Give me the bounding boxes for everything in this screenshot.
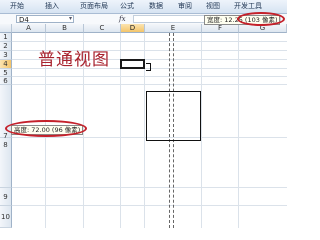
tab-view[interactable]: 视图 [206, 1, 220, 12]
row-header-10[interactable]: 10 [0, 206, 12, 228]
column-header-d[interactable]: D [121, 24, 145, 33]
ribbon-tab-bar: 开始 插入 页面布局 公式 数据 审阅 视图 开发工具 [0, 0, 287, 14]
row-header-3[interactable]: 3 [0, 51, 12, 60]
column-header-e[interactable]: E [145, 24, 202, 33]
row-header-9[interactable]: 9 [0, 188, 12, 206]
row-header-2[interactable]: 2 [0, 42, 12, 51]
square-shape[interactable] [146, 91, 201, 141]
column-width-tooltip: 宽度: 12.25 (103 像素) [204, 15, 281, 25]
name-box[interactable]: D4 ▾ [16, 15, 74, 24]
column-header-b[interactable]: B [46, 24, 84, 33]
column-header-f[interactable]: F [202, 24, 239, 33]
tab-data[interactable]: 数据 [149, 1, 163, 12]
row-header-6[interactable]: 6 [0, 77, 12, 85]
tab-page-layout[interactable]: 页面布局 [80, 1, 108, 12]
cell-b3-text: 普通视图 [38, 50, 110, 70]
row-header-5[interactable]: 5 [0, 69, 12, 77]
bracket-shape[interactable] [146, 63, 151, 71]
column-header-c[interactable]: C [84, 24, 121, 33]
tab-formulas[interactable]: 公式 [120, 1, 134, 12]
tab-review[interactable]: 审阅 [178, 1, 192, 12]
name-box-value: D4 [19, 16, 29, 24]
chevron-down-icon[interactable]: ▾ [69, 15, 72, 23]
row-header-4[interactable]: 4 [0, 60, 12, 69]
tab-insert[interactable]: 插入 [45, 1, 59, 12]
insert-function-button[interactable]: fx [119, 14, 126, 24]
column-header-a[interactable]: A [12, 24, 46, 33]
row-header-1[interactable]: 1 [0, 33, 12, 42]
row-height-tooltip: 高度: 72.00 (96 像素) [11, 125, 84, 135]
column-header-g[interactable]: G [239, 24, 287, 33]
tab-home[interactable]: 开始 [10, 1, 24, 12]
tab-developer[interactable]: 开发工具 [234, 1, 262, 12]
row-header-8[interactable]: 8 [0, 138, 12, 188]
select-all-corner[interactable] [0, 24, 12, 33]
selected-cell-d4[interactable] [120, 59, 145, 69]
